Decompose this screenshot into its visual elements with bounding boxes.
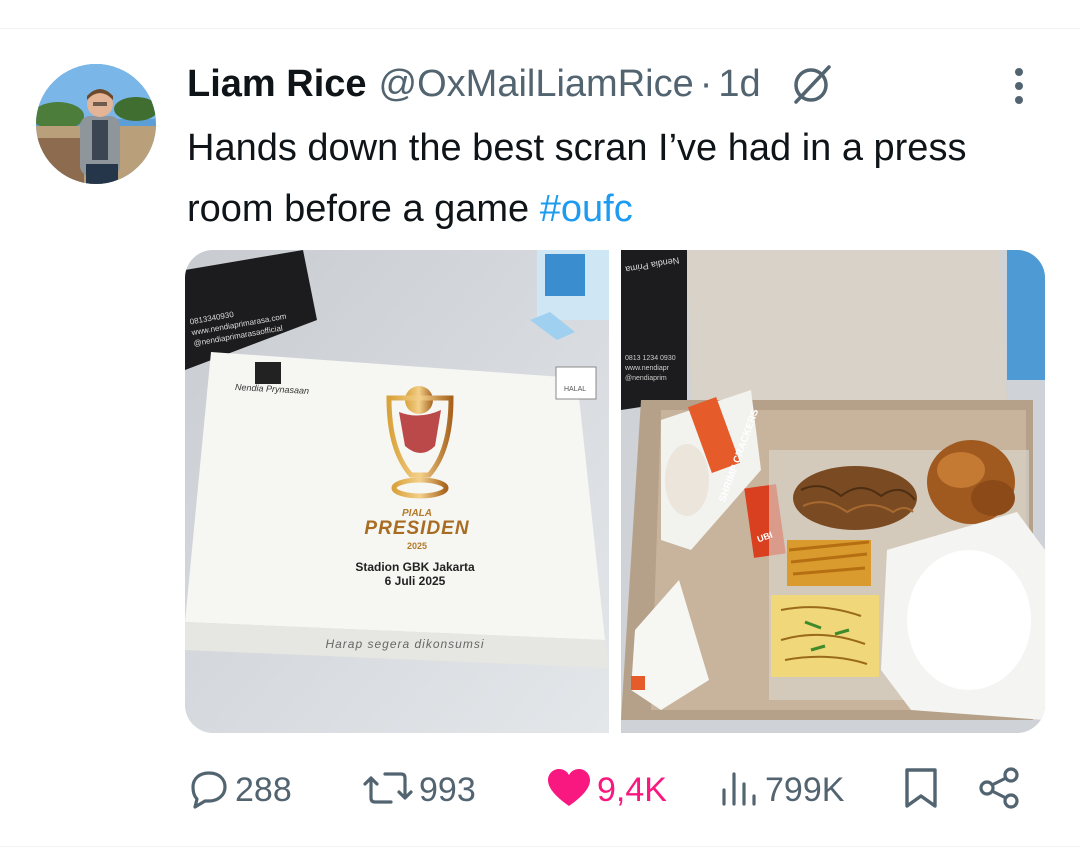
media-photo-box[interactable]: 0813340930 www.nendiaprimarasa.com @nend… [185,250,609,733]
bookmark-button[interactable] [901,765,941,815]
event-big: PRESIDEN [364,518,470,539]
tweet-header: Liam Rice @OxMailLiamRice · 1d [187,56,837,112]
reply-icon [187,766,231,815]
reply-count: 288 [235,770,292,809]
action-bar: 288 993 9,4K 799K [187,765,1027,815]
share-button[interactable] [977,765,1023,815]
tweet-timestamp[interactable]: 1d [718,63,760,106]
media-photo-meal[interactable]: SHRIMP CRACKERS UBI Nendia Prima 0813 12… [621,250,1045,733]
like-icon [545,766,593,815]
views-button[interactable]: 799K [717,765,844,815]
avatar[interactable] [36,64,156,184]
author-name[interactable]: Liam Rice [187,63,367,106]
like-button[interactable]: 9,4K [545,765,667,815]
reply-button[interactable]: 288 [187,765,292,815]
views-icon [717,766,761,815]
share-icon [977,765,1023,816]
event-date: 6 Juli 2025 [384,574,446,588]
avatar-photo [36,64,156,184]
grok-icon[interactable] [787,59,837,109]
event-venue: Stadion GBK Jakarta [355,560,475,574]
box-footer-note: Harap segera dikonsumsi [325,637,485,651]
more-icon[interactable] [1004,64,1034,108]
tweet-text: Hands down the best scran I’ve had in a … [187,118,1037,240]
header-separator: · [699,62,713,105]
retweet-count: 993 [419,770,476,809]
box-badge: HALAL [564,386,587,393]
retweet-icon [361,766,415,815]
lid-lines: 0813 1234 0930 www.nendiapr @nendiaprim [625,355,676,382]
bottom-divider [0,846,1080,847]
retweet-button[interactable]: 993 [361,765,476,815]
event-year: 2025 [406,541,428,551]
bookmark-icon [901,766,941,815]
like-count: 9,4K [597,770,667,809]
views-count: 799K [765,770,845,809]
top-divider [0,28,1080,29]
tweet-media: 0813340930 www.nendiaprimarasa.com @nend… [185,250,1045,733]
hashtag-link[interactable]: #oufc [540,188,633,230]
author-handle[interactable]: @OxMailLiamRice [379,63,694,106]
